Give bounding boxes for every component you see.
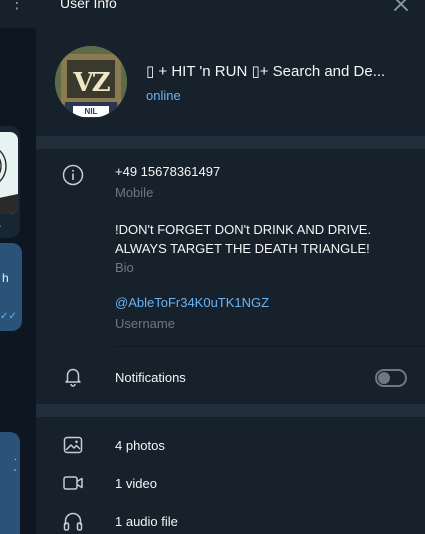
photo-icon <box>62 434 84 456</box>
bio-label: Bio <box>115 260 134 275</box>
phone-label: Mobile <box>115 185 154 200</box>
bio-text[interactable]: !DON't FORGET DON't DRINK AND DRIVE. ALW… <box>115 220 405 258</box>
phone-number[interactable]: +49 15678361497 <box>115 164 220 179</box>
username-link[interactable]: @AbleToFr34K0uTK1NGZ <box>115 295 269 310</box>
chat-area-edge: ⋮ ✓✓ h ✓✓ . ' <box>0 0 36 534</box>
notifications-toggle[interactable] <box>375 369 407 387</box>
headphones-icon <box>62 510 84 532</box>
user-info-panel: User Info VZ NIL ▯ + HIT 'n RUN ▯+ Searc… <box>36 0 425 534</box>
more-menu-icon[interactable]: ⋮ <box>9 0 25 12</box>
info-icon <box>62 164 84 186</box>
message-bubble-outgoing[interactable]: . ' <box>0 432 20 534</box>
avatar-letters: VZ <box>73 68 110 98</box>
notifications-label: Notifications <box>115 370 186 385</box>
row-separator <box>115 346 425 347</box>
toggle-knob <box>378 372 390 384</box>
videos-count: 1 video <box>115 476 157 491</box>
message-text-fragment: . <box>14 452 17 463</box>
message-bubble-image[interactable]: ✓✓ <box>0 126 20 238</box>
audio-count: 1 audio file <box>115 514 178 529</box>
message-text-fragment: ' <box>14 468 16 479</box>
username-label: Username <box>115 316 175 331</box>
chat-header-edge: ⋮ <box>0 0 36 29</box>
avatar[interactable]: VZ NIL <box>55 46 127 118</box>
video-icon <box>62 472 84 494</box>
section-divider <box>36 136 425 149</box>
contact-name: ▯ + HIT 'n RUN ▯+ Search and De... <box>146 63 386 80</box>
read-ticks-icon: ✓✓ <box>0 311 17 322</box>
section-divider <box>36 404 425 417</box>
panel-title: User Info <box>60 0 117 11</box>
message-image <box>0 132 18 214</box>
close-icon[interactable] <box>391 0 411 14</box>
message-bubble-outgoing[interactable]: h ✓✓ <box>0 243 22 331</box>
read-ticks-icon: ✓✓ <box>0 224 3 235</box>
avatar-tag: NIL <box>73 106 109 117</box>
online-status: online <box>146 88 181 103</box>
photos-count: 4 photos <box>115 438 165 453</box>
bell-icon <box>62 365 84 387</box>
message-text-fragment: h <box>2 271 9 285</box>
